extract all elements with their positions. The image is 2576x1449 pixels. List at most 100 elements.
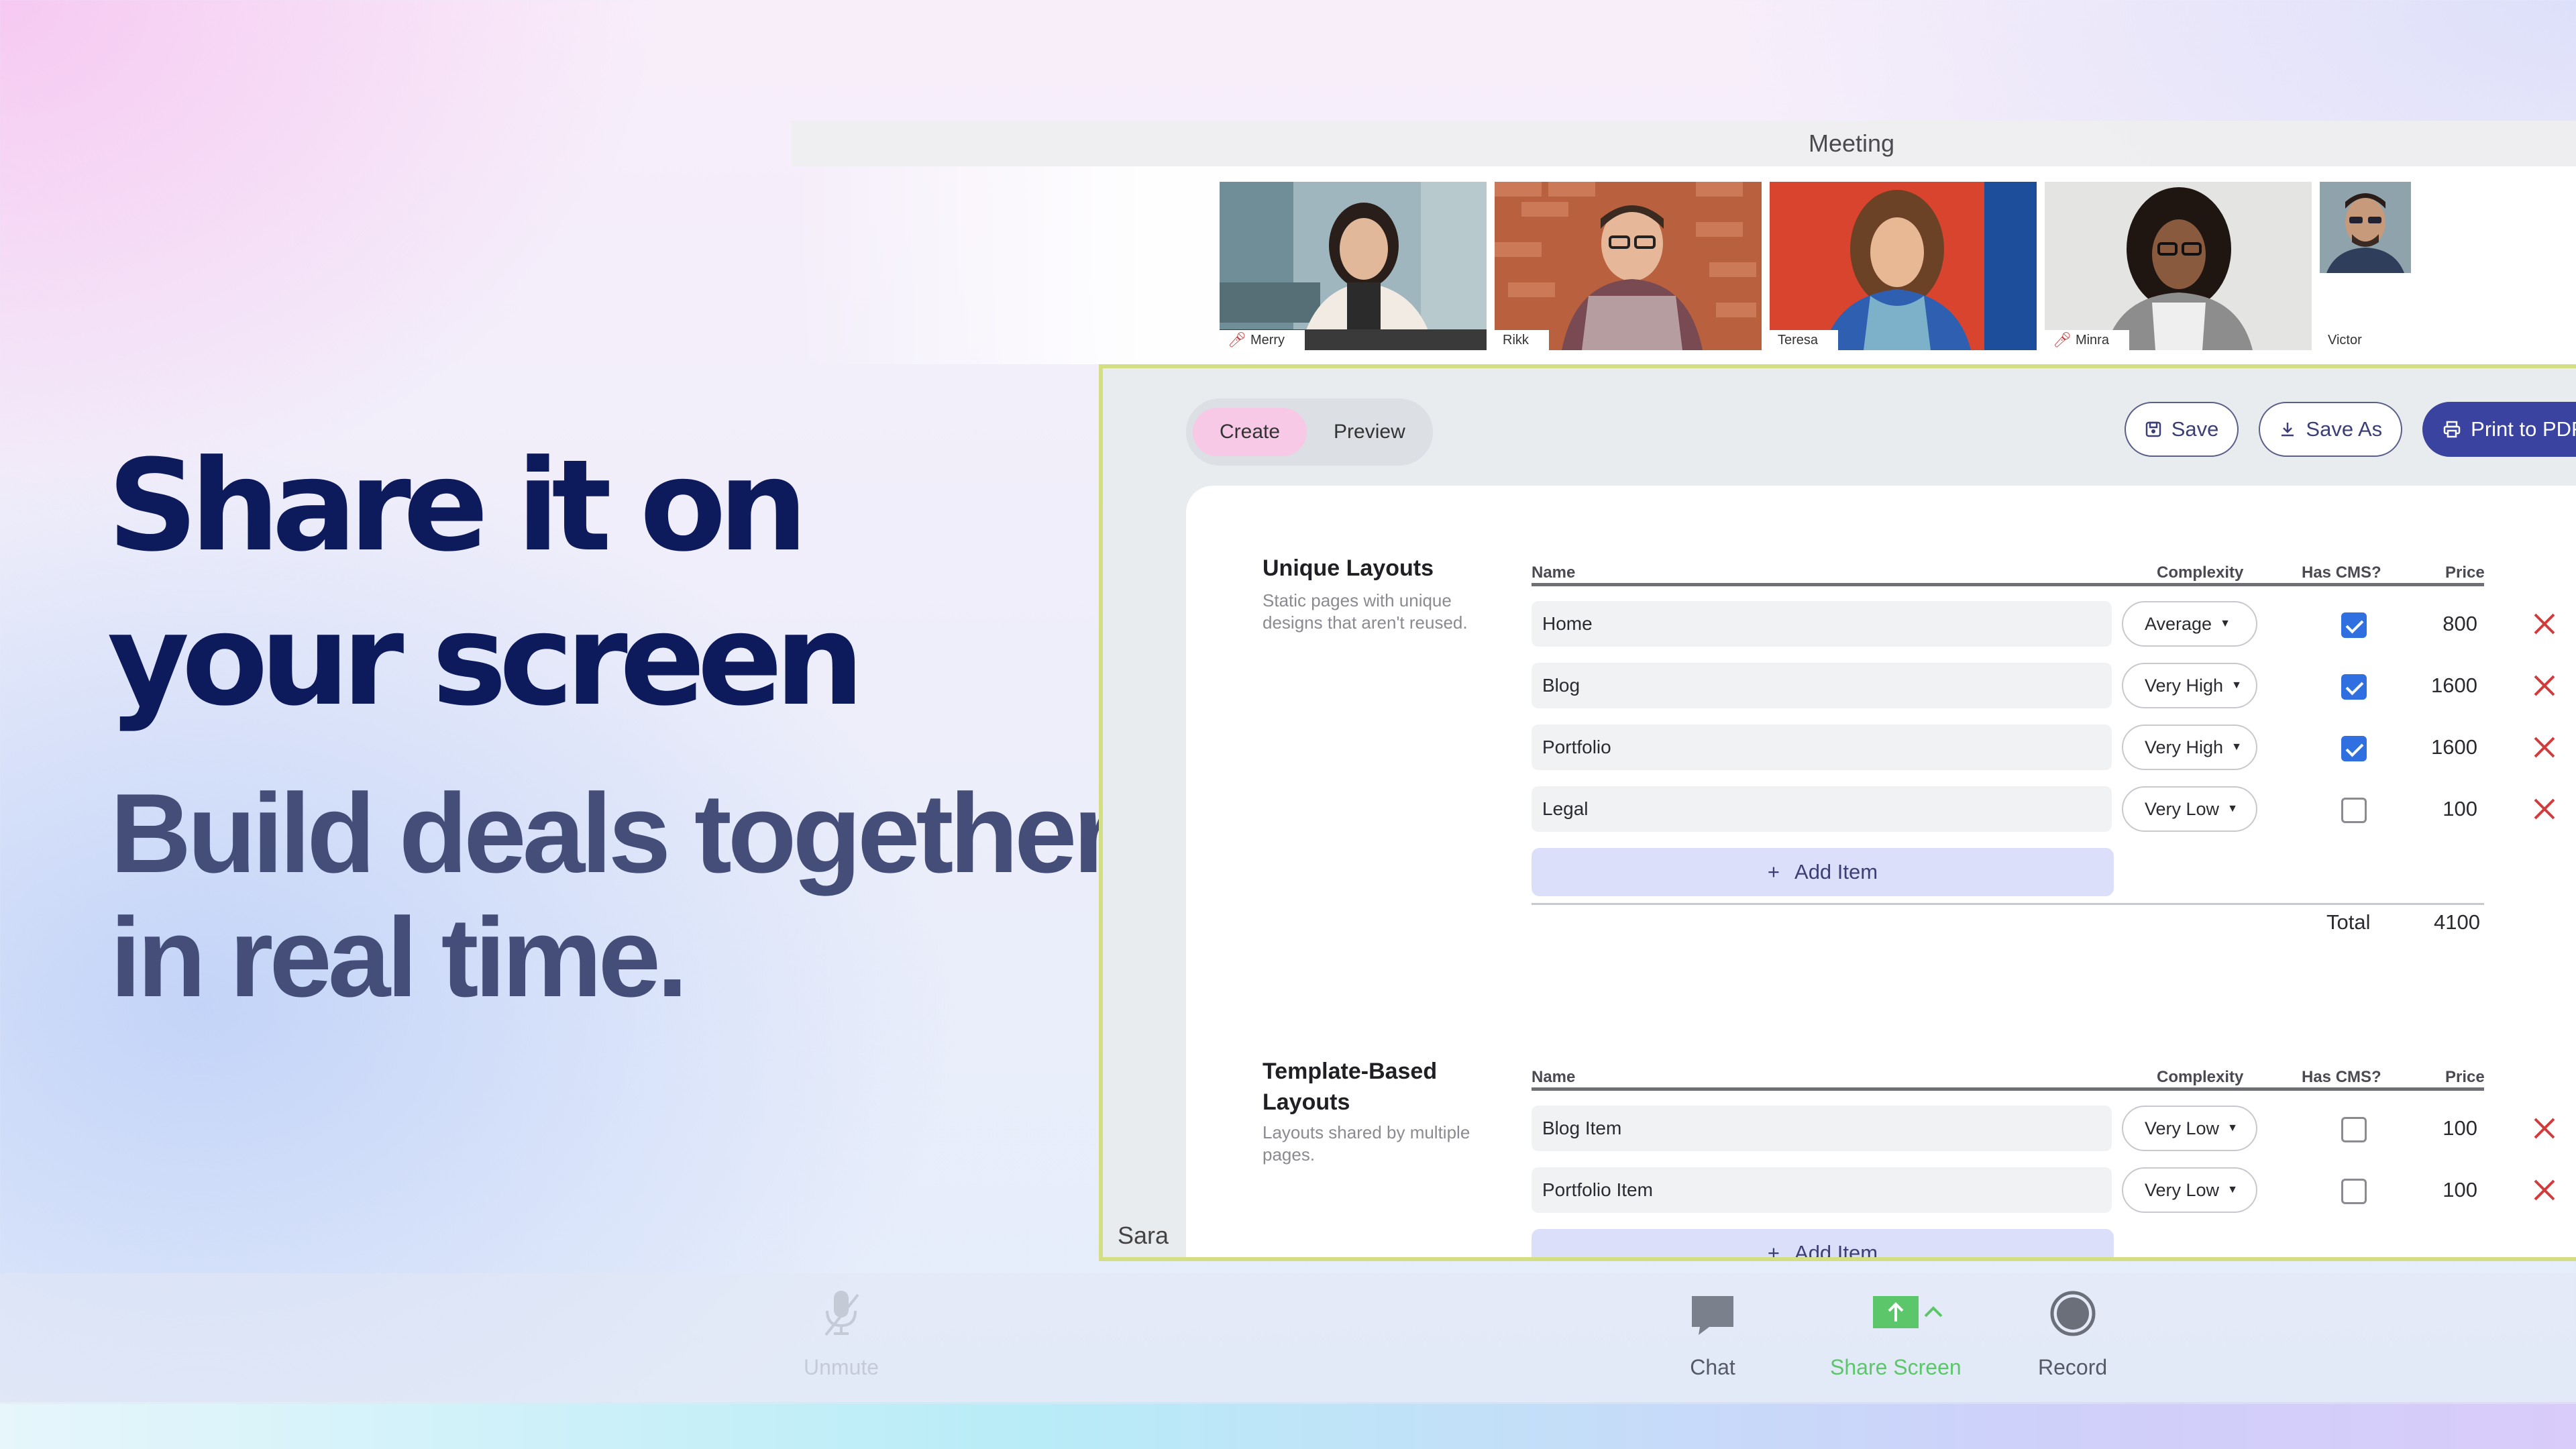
save-as-label: Save As	[2306, 417, 2383, 441]
complexity-value: Very High	[2145, 675, 2224, 696]
item-name-input[interactable]: Portfolio Item	[1532, 1167, 2112, 1213]
item-name-input[interactable]: Portfolio	[1532, 724, 2112, 770]
participant-name: Minra	[2075, 332, 2109, 347]
section-description: Layouts shared by multiple pages.	[1263, 1122, 1470, 1165]
sub-line-1: Build deals together	[110, 770, 1117, 896]
complexity-select[interactable]: Very Low ▼	[2122, 786, 2257, 832]
add-item-label: Add Item	[1794, 860, 1878, 883]
has-cms-checkbox[interactable]	[2341, 736, 2367, 761]
participant-tiles: 🎤︎ Merry Rikk Teresa 🎤︎ Minra Victor	[1220, 182, 2576, 350]
table-row: Portfolio Very High ▼ 1600	[1532, 724, 2576, 771]
item-price: 100	[2443, 1178, 2477, 1201]
participant-name-tag: 🎤︎ Merry	[1220, 330, 1305, 350]
complexity-select[interactable]: Very Low ▼	[2122, 1167, 2257, 1213]
floppy-disk-icon	[2145, 421, 2161, 437]
participant-name: Victor	[2328, 332, 2362, 347]
delete-x-icon[interactable]	[2531, 1177, 2558, 1203]
chevron-up-icon[interactable]	[1921, 1301, 1945, 1322]
shared-screen: Create Preview Save Save As Print to PDF	[1099, 364, 2576, 1261]
item-name-input[interactable]: Blog Item	[1532, 1106, 2112, 1151]
complexity-select[interactable]: Very High ▼	[2122, 663, 2257, 708]
table-row: Blog Item Very Low ▼ 100	[1532, 1106, 2576, 1152]
item-price: 1600	[2431, 674, 2477, 697]
action-buttons: Save Save As Print to PDF	[2124, 402, 2576, 457]
participant-tile[interactable]: 🎤︎ Minra	[2045, 182, 2312, 350]
caret-down-icon: ▼	[2231, 741, 2242, 753]
print-label: Print to PDF	[2471, 417, 2576, 441]
item-price: 800	[2443, 612, 2477, 635]
item-name-input[interactable]: Home	[1532, 601, 2112, 647]
delete-x-icon[interactable]	[2531, 672, 2558, 699]
save-button[interactable]: Save	[2124, 402, 2239, 457]
has-cms-checkbox[interactable]	[2341, 1179, 2367, 1204]
chat-button[interactable]: Chat	[1689, 1287, 1736, 1380]
participant-name-tag: Teresa	[1770, 330, 1839, 350]
plus-icon: +	[1767, 860, 1780, 883]
participant-tile[interactable]: 🎤︎ Merry	[1220, 182, 1487, 350]
chat-bubble-icon	[1692, 1296, 1733, 1335]
total-label: Total	[2326, 910, 2371, 934]
participant-video	[1770, 182, 2037, 350]
delete-x-icon[interactable]	[2531, 734, 2558, 761]
share-screen-icon	[1872, 1296, 1919, 1328]
unmute-label: Unmute	[804, 1355, 879, 1379]
table-row: Legal Very Low ▼ 100	[1532, 786, 2576, 833]
plus-icon: +	[1767, 1241, 1780, 1261]
participant-tile[interactable]: Rikk	[1495, 182, 1762, 350]
add-item-button[interactable]: + Add Item	[1532, 848, 2114, 896]
complexity-select[interactable]: Very High ▼	[2122, 724, 2257, 770]
muted-mic-icon: 🎤︎	[1228, 331, 1246, 348]
item-name-input[interactable]: Blog	[1532, 663, 2112, 708]
participant-name: Teresa	[1778, 332, 1819, 347]
complexity-value: Very Low	[2145, 798, 2220, 819]
has-cms-checkbox[interactable]	[2341, 674, 2367, 700]
complexity-value: Very Low	[2145, 1118, 2220, 1138]
item-price: 100	[2443, 797, 2477, 820]
print-to-pdf-button[interactable]: Print to PDF	[2422, 402, 2576, 457]
participant-name: Merry	[1250, 332, 1285, 347]
column-has-cms: Has CMS?	[2302, 564, 2381, 582]
section-title: Template-Based Layouts	[1263, 1059, 1438, 1115]
presenter-name: Sara	[1103, 1214, 1183, 1257]
caret-down-icon: ▼	[2227, 1122, 2238, 1134]
participant-name-tag: Victor	[2320, 330, 2382, 350]
column-name: Name	[1532, 1068, 1576, 1086]
participant-name-tag: 🎤︎ Minra	[2045, 330, 2129, 350]
table-header: Name Complexity Has CMS? Price	[1532, 1064, 2485, 1091]
muted-mic-icon: 🎤︎	[2053, 331, 2072, 348]
record-button[interactable]: Record	[2038, 1287, 2107, 1380]
share-screen-label: Share Screen	[1830, 1355, 1962, 1379]
table-row: Home Average ▼ 800	[1532, 601, 2576, 648]
delete-x-icon[interactable]	[2531, 610, 2558, 637]
has-cms-checkbox[interactable]	[2341, 798, 2367, 823]
participant-tile[interactable]: Victor	[2320, 182, 2576, 350]
unmute-button[interactable]: Unmute	[804, 1287, 879, 1380]
table-row: Blog Very High ▼ 1600	[1532, 663, 2576, 710]
delete-x-icon[interactable]	[2531, 796, 2558, 822]
save-as-button[interactable]: Save As	[2259, 402, 2403, 457]
has-cms-checkbox[interactable]	[2341, 612, 2367, 638]
item-name-input[interactable]: Legal	[1532, 786, 2112, 832]
complexity-select[interactable]: Very Low ▼	[2122, 1106, 2257, 1151]
bottom-glow	[0, 1402, 2576, 1449]
participant-tile[interactable]: Teresa	[1770, 182, 2037, 350]
has-cms-checkbox[interactable]	[2341, 1117, 2367, 1142]
complexity-value: Average	[2145, 613, 2212, 634]
table-header: Name Complexity Has CMS? Price	[1532, 559, 2485, 586]
table-row: Portfolio Item Very Low ▼ 100	[1532, 1167, 2576, 1214]
column-price: Price	[2445, 564, 2485, 582]
add-item-button[interactable]: + Add Item	[1532, 1229, 2114, 1261]
share-screen-button[interactable]: Share Screen	[1830, 1287, 1962, 1380]
hero-subheading: Build deals together in real time.	[110, 770, 1117, 1020]
tab-create[interactable]: Create	[1193, 408, 1307, 456]
meeting-toolbar: Unmute Chat Share Screen Record	[0, 1273, 2576, 1404]
caret-down-icon: ▼	[2231, 680, 2242, 691]
caret-down-icon: ▼	[2227, 803, 2238, 814]
meeting-title-bar: Meeting	[792, 121, 2576, 166]
sub-line-2: in real time.	[110, 894, 688, 1020]
participant-video	[1495, 182, 1762, 350]
delete-x-icon[interactable]	[2531, 1115, 2558, 1142]
column-name: Name	[1532, 564, 1576, 582]
tab-preview[interactable]: Preview	[1307, 408, 1432, 456]
complexity-select[interactable]: Average ▼	[2122, 601, 2257, 647]
